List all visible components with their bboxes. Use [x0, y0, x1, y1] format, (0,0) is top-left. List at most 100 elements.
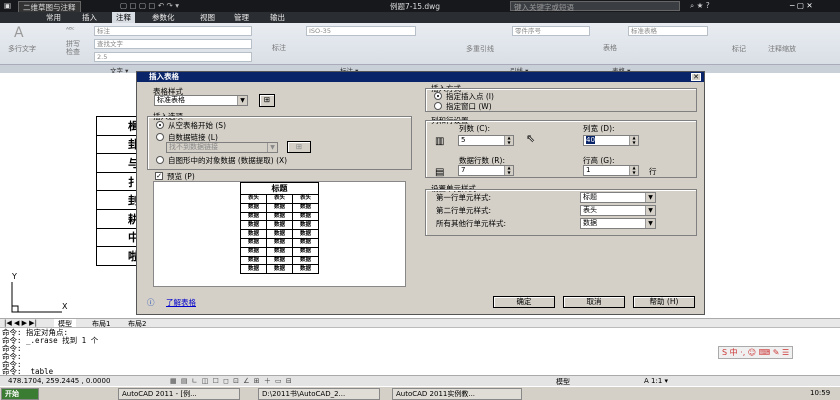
table-button[interactable]: 表格	[603, 43, 617, 53]
text-height-select[interactable]: 2.5	[94, 52, 252, 62]
find-text-input[interactable]: 查找文字	[94, 39, 252, 49]
tab-insert[interactable]: 插入	[78, 12, 101, 23]
ime-toolbar[interactable]: S 中 ·, ☺ ⌨ ✎ ☰	[718, 346, 794, 359]
preview-cell: 数据	[240, 229, 267, 239]
ok-button[interactable]: 确定	[493, 296, 555, 308]
taskbar-item[interactable]: AutoCAD 2011 - [例...	[118, 388, 240, 400]
clock: 10:59	[810, 389, 831, 397]
start-button[interactable]: 开始	[1, 388, 39, 400]
spin-arrows-icon[interactable]: ▲ ▼	[504, 135, 513, 145]
table-cell: 中	[96, 227, 142, 248]
data-rows-input[interactable]: 7 ▲ ▼	[458, 165, 514, 176]
preview-cell: 数据	[292, 211, 319, 222]
preview-cell: 数据	[266, 229, 293, 239]
preview-cell: 数据	[292, 229, 319, 239]
taskbar-item[interactable]: AutoCAD 2011实例教...	[392, 388, 522, 400]
preview-cell: 数据	[240, 246, 267, 257]
tab-manage[interactable]: 管理	[230, 12, 253, 23]
spin-arrows-icon[interactable]: ▲ ▼	[629, 135, 638, 145]
cancel-button[interactable]: 取消	[563, 296, 625, 308]
leader-style-select[interactable]: 零件序号	[512, 26, 590, 36]
multiline-text-icon[interactable]: A	[14, 25, 24, 41]
table-style-select[interactable]: 标准表格 ▼	[154, 95, 248, 106]
title-bar: ▣ 二维草图与注释 ▢ ▢ ▢ ▢ ↶ ↷ ▾ 例题7-15.dwg 键入关键字…	[0, 0, 840, 14]
search-icon[interactable]: ⌕ ★ ?	[690, 1, 710, 11]
coordinates-readout: 478.1704, 259.2445 , 0.0000	[8, 377, 111, 385]
tab-annotate[interactable]: 注释	[112, 12, 135, 23]
tab-nav-arrows[interactable]: |◀ ◀ ▶ ▶|	[4, 319, 37, 327]
table-cell: 楫	[96, 116, 142, 136]
radio-insert-point[interactable]	[434, 92, 442, 100]
spell-check-button[interactable]: 拼写 检查	[66, 40, 80, 56]
tab-parametric[interactable]: 参数化	[148, 12, 179, 23]
tab-view[interactable]: 视图	[196, 12, 219, 23]
preview-cell: 数据	[266, 246, 293, 257]
row-height-value: 1	[586, 166, 591, 174]
window-controls[interactable]: ─ ▢ ✕	[790, 1, 813, 10]
dim-style-select[interactable]: ISO-35	[306, 26, 416, 36]
annotation-scale-select[interactable]: A 1:1 ▾	[644, 377, 668, 385]
preview-header: 表头	[240, 194, 267, 204]
other-rows-style-select[interactable]: 数据 ▼	[580, 218, 656, 229]
markup-button[interactable]: 标记	[732, 44, 746, 54]
app-icon[interactable]: ▣	[4, 1, 11, 10]
preview-cell: 数据	[266, 211, 293, 222]
multiline-text-button[interactable]: 多行文字	[8, 44, 36, 54]
radio-specify-window[interactable]	[434, 102, 442, 110]
row-height-input[interactable]: 1 ▲ ▼	[583, 165, 639, 176]
tab-home[interactable]: 常用	[42, 12, 65, 23]
tab-output[interactable]: 输出	[266, 12, 289, 23]
first-row-style-value: 标题	[583, 193, 597, 201]
column-width-input[interactable]: 40 ▲ ▼	[583, 135, 639, 146]
first-row-style-select[interactable]: 标题 ▼	[580, 192, 656, 203]
preview-cell: 数据	[292, 220, 319, 231]
preview-header: 表头	[292, 194, 319, 204]
multileader-button[interactable]: 多重引线	[466, 44, 494, 54]
preview-cell: 数据	[240, 220, 267, 231]
row-unit-label: 行	[649, 167, 657, 176]
radio-extract-data-label[interactable]: 自图形中的对象数据 (数据提取) (X)	[168, 155, 287, 166]
table-cell: 啦	[96, 246, 142, 266]
radio-specify-window-label[interactable]: 指定窗口 (W)	[446, 101, 492, 112]
table-style-value: 标准表格	[157, 96, 185, 104]
preview-cell: 数据	[292, 255, 319, 266]
dimension-button[interactable]: 标注	[272, 43, 286, 53]
chevron-down-icon: ▼	[237, 96, 247, 105]
text-style-select[interactable]: 标注	[94, 26, 252, 36]
preview-checkbox[interactable]: ✓	[155, 172, 163, 180]
table-style-dialog-button[interactable]: ⊞	[259, 94, 275, 107]
columns-input[interactable]: 5 ▲ ▼	[458, 135, 514, 146]
second-row-style-select[interactable]: 表头 ▼	[580, 205, 656, 216]
table-cell: 耕	[96, 208, 142, 229]
preview-cell: 数据	[240, 211, 267, 222]
radio-empty-table[interactable]	[156, 121, 164, 129]
learn-table-link[interactable]: 了解表格	[166, 297, 196, 308]
taskbar-item[interactable]: D:\2011书\AutoCAD_2...	[258, 388, 380, 400]
drafting-toggles[interactable]: ▦ ▤ ∟ ◫ ☐ ◻ ⊡ ∠ ⊞ ＋ ▭ ⊟	[170, 376, 293, 386]
annotation-scale-button[interactable]: 注释缩放	[768, 44, 796, 54]
spin-arrows-icon[interactable]: ▲ ▼	[629, 165, 638, 175]
preview-cell: 数据	[292, 264, 319, 275]
other-rows-style-value: 数据	[583, 219, 597, 227]
quick-access-toolbar[interactable]: ▢ ▢ ▢ ▢ ↶ ↷ ▾	[120, 1, 179, 10]
spin-arrows-icon[interactable]: ▲ ▼	[504, 165, 513, 175]
chevron-down-icon: ▼	[267, 143, 277, 152]
columns-icon: ▥	[435, 136, 445, 147]
ucs-x-label: X	[62, 302, 68, 311]
chevron-down-icon: ▼	[645, 206, 655, 215]
data-link-value: 找不到数据链接	[169, 143, 218, 151]
table-style-select[interactable]: 标准表格	[628, 26, 708, 36]
close-icon[interactable]: ✕	[691, 73, 701, 81]
radio-empty-table-label[interactable]: 从空表格开始 (S)	[168, 120, 226, 131]
data-link-manager-button: ⊞	[287, 141, 311, 153]
radio-data-link[interactable]	[156, 133, 164, 141]
columns-label: 列数 (C):	[459, 124, 490, 133]
first-row-style-label: 第一行单元样式:	[436, 193, 492, 202]
radio-extract-data[interactable]	[156, 156, 164, 164]
preview-cell: 数据	[240, 202, 267, 213]
spell-check-icon[interactable]: ᴬᴮᶜ	[66, 26, 75, 34]
preview-cell: 数据	[292, 237, 319, 248]
command-window[interactable]: 命令: 指定对角点: 命令: _.erase 找到 1 个 命令: 命令: 命令…	[0, 327, 840, 375]
search-input[interactable]: 键入关键字或短语	[510, 1, 680, 12]
help-button[interactable]: 帮助 (H)	[633, 296, 695, 308]
